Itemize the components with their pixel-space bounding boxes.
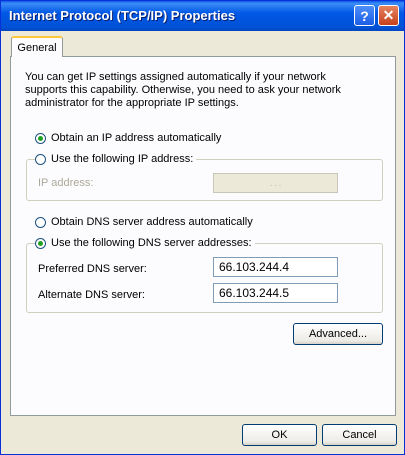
- window-title: Internet Protocol (TCP/IP) Properties: [9, 8, 236, 23]
- ip-address-label: IP address:: [38, 177, 94, 189]
- help-icon[interactable]: ?: [354, 5, 375, 26]
- radio-use-following-dns[interactable]: Use the following DNS server addresses:: [35, 236, 255, 250]
- ip-address-field[interactable]: . . .: [213, 173, 338, 193]
- radio-use-following-ip-indicator[interactable]: [35, 153, 46, 165]
- tab-general-label: General: [17, 41, 57, 54]
- radio-use-following-ip[interactable]: Use the following IP address:: [35, 152, 197, 166]
- cancel-button[interactable]: Cancel: [322, 424, 397, 446]
- advanced-button[interactable]: Advanced...: [293, 323, 383, 345]
- advanced-button-label: Advanced...: [308, 328, 368, 340]
- preferred-dns-label: Preferred DNS server:: [38, 263, 147, 275]
- radio-obtain-dns-auto-label: Obtain DNS server address automatically: [51, 216, 253, 228]
- alternate-dns-field[interactable]: 66.103.244.5: [213, 283, 338, 303]
- close-icon[interactable]: ✕: [378, 5, 399, 26]
- radio-obtain-ip-auto-indicator[interactable]: [35, 132, 46, 144]
- radio-obtain-dns-auto-indicator[interactable]: [35, 216, 46, 228]
- properties-dialog: Internet Protocol (TCP/IP) Properties ? …: [0, 0, 405, 455]
- radio-obtain-dns-auto[interactable]: Obtain DNS server address automatically: [35, 215, 253, 229]
- radio-use-following-dns-label: Use the following DNS server addresses:: [51, 237, 252, 249]
- radio-obtain-ip-auto[interactable]: Obtain an IP address automatically: [35, 131, 221, 145]
- radio-use-following-ip-label: Use the following IP address:: [51, 153, 194, 165]
- alternate-dns-label: Alternate DNS server:: [38, 289, 145, 301]
- ok-button-label: OK: [271, 429, 288, 441]
- ok-button[interactable]: OK: [242, 424, 317, 446]
- preferred-dns-field[interactable]: 66.103.244.4: [213, 257, 338, 277]
- radio-use-following-dns-indicator[interactable]: [35, 237, 46, 249]
- radio-obtain-ip-auto-label: Obtain an IP address automatically: [51, 132, 222, 144]
- intro-text: You can get IP settings assigned automat…: [25, 71, 341, 109]
- title-bar[interactable]: Internet Protocol (TCP/IP) Properties ? …: [1, 1, 404, 31]
- cancel-button-label: Cancel: [342, 429, 377, 441]
- tab-general[interactable]: General: [11, 36, 63, 57]
